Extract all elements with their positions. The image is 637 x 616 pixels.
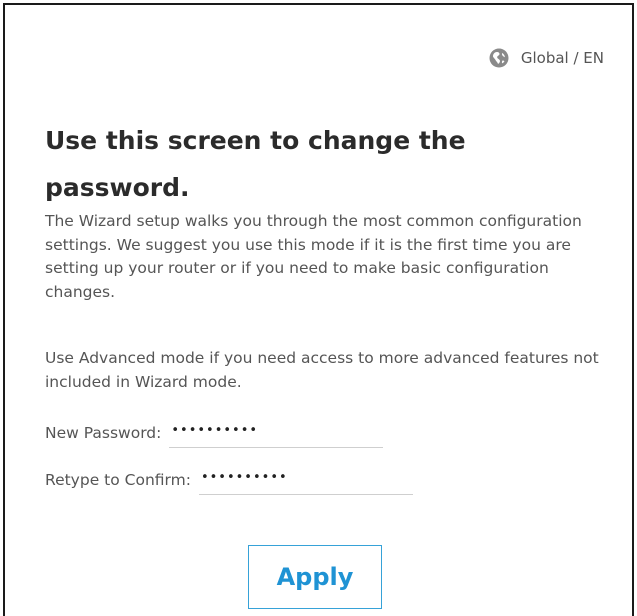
confirm-password-label: Retype to Confirm:	[45, 470, 191, 489]
wizard-panel: Global / EN Use this screen to change th…	[3, 3, 634, 616]
language-label: Global / EN	[520, 49, 604, 67]
new-password-label: New Password:	[45, 423, 162, 442]
wizard-description: The Wizard setup walks you through the m…	[45, 212, 582, 302]
new-password-row: New Password:	[45, 417, 384, 448]
globe-icon	[489, 48, 509, 68]
advanced-mode-note: Use Advanced mode if you need access to …	[45, 349, 599, 391]
confirm-password-row: Retype to Confirm:	[45, 464, 413, 495]
language-selector[interactable]: Global / EN	[489, 48, 604, 68]
page-title: Use this screen to change the password.	[45, 126, 466, 202]
new-password-input[interactable]	[169, 417, 384, 448]
confirm-password-input[interactable]	[198, 464, 413, 495]
apply-button[interactable]: Apply	[248, 545, 382, 609]
